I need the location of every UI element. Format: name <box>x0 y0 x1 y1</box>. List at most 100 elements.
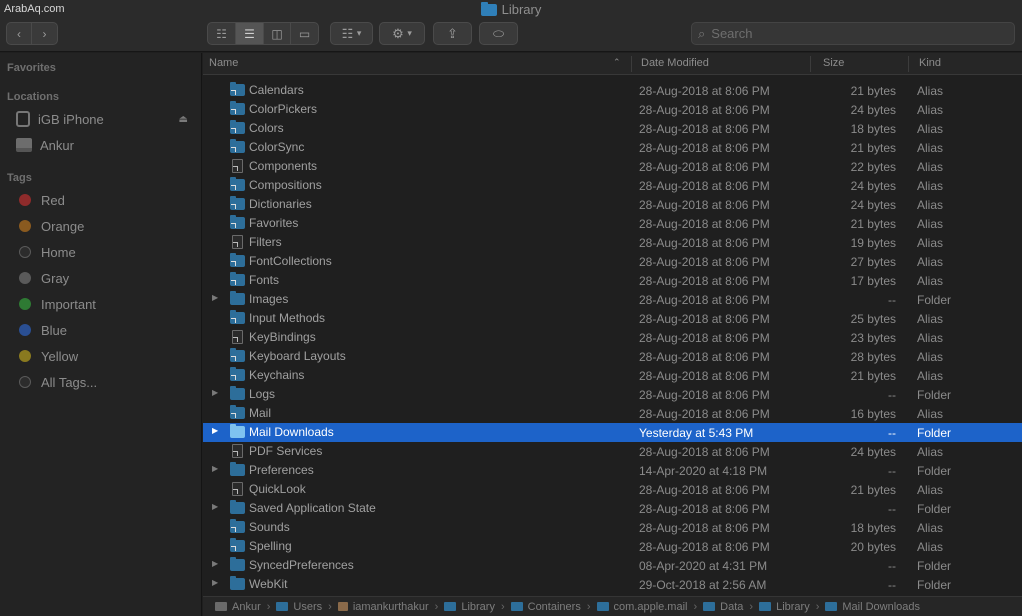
sidebar-item-iphone[interactable]: iGB iPhone ⏏ <box>16 109 196 129</box>
chevron-down-icon: ▾ <box>356 28 362 38</box>
folder-alias-icon <box>230 272 245 286</box>
back-button[interactable]: ‹ <box>7 23 32 44</box>
group-grid-icon: ☷ <box>341 25 354 41</box>
forward-button[interactable]: › <box>32 23 57 44</box>
table-row[interactable]: ▶ Mail Downloads Yesterday at 5:43 PM -- Fol… <box>203 423 1022 442</box>
file-date-modified: 28-Aug-2018 at 8:06 PM <box>639 198 770 212</box>
table-row[interactable]: ▶ Images 28-Aug-2018 at 8:06 PM -- Folder <box>203 290 1022 309</box>
column-name-header[interactable]: Name <box>209 57 238 69</box>
disclosure-triangle-icon[interactable]: ▶ <box>212 388 218 397</box>
table-row[interactable]: ColorPickers 28-Aug-2018 at 8:06 PM 24 byt… <box>203 100 1022 119</box>
path-item[interactable]: com.apple.mail <box>596 601 687 613</box>
table-row[interactable]: PDF Services 28-Aug-2018 at 8:06 PM 24 byt… <box>203 442 1022 461</box>
group-button[interactable]: ☷ ▾ <box>330 22 373 45</box>
disclosure-triangle-icon[interactable]: ▶ <box>212 426 218 435</box>
file-size: 18 bytes <box>850 521 896 535</box>
table-row[interactable]: Dictionaries 28-Aug-2018 at 8:06 PM 24 byt… <box>203 195 1022 214</box>
disclosure-triangle-icon[interactable]: ▶ <box>212 502 218 511</box>
document-alias-icon <box>232 330 243 344</box>
sidebar-tag-blue[interactable]: Blue <box>16 320 196 340</box>
path-item[interactable]: Library <box>759 601 810 613</box>
gallery-view-button[interactable]: ▭ <box>291 23 318 44</box>
sidebar-tag-orange[interactable]: Orange <box>16 216 196 236</box>
file-date-modified: 28-Aug-2018 at 8:06 PM <box>639 217 770 231</box>
action-button[interactable]: ⚙ ▾ <box>379 22 425 45</box>
disclosure-triangle-icon[interactable]: ▶ <box>212 293 218 302</box>
column-divider[interactable] <box>810 56 811 72</box>
table-row[interactable]: Fonts 28-Aug-2018 at 8:06 PM 17 bytes Alias <box>203 271 1022 290</box>
window-title: Library <box>0 2 1022 17</box>
path-item[interactable]: Users <box>276 601 322 613</box>
file-kind: Alias <box>917 331 944 345</box>
table-row[interactable]: Compositions 28-Aug-2018 at 8:06 PM 24 byt… <box>203 176 1022 195</box>
path-item[interactable]: Library <box>444 601 495 613</box>
table-row[interactable]: Keychains 28-Aug-2018 at 8:06 PM 21 bytes A… <box>203 366 1022 385</box>
path-item[interactable]: Ankur <box>215 601 261 613</box>
sidebar-item-ankur[interactable]: Ankur <box>16 135 196 155</box>
tags-button[interactable]: ⬭ <box>479 22 518 45</box>
icon-view-button[interactable]: ☷ <box>208 23 236 44</box>
table-row[interactable]: Sounds 28-Aug-2018 at 8:06 PM 18 bytes Alia… <box>203 518 1022 537</box>
table-row[interactable]: Spelling 28-Aug-2018 at 8:06 PM 20 bytes Al… <box>203 537 1022 556</box>
column-view-button[interactable]: ◫ <box>264 23 291 44</box>
file-size: 24 bytes <box>850 198 896 212</box>
table-row[interactable]: Mail 28-Aug-2018 at 8:06 PM 16 bytes Alias <box>203 404 1022 423</box>
path-item[interactable]: Mail Downloads <box>825 601 920 613</box>
sidebar-tag-red[interactable]: Red <box>16 190 196 210</box>
table-row[interactable]: Keyboard Layouts 28-Aug-2018 at 8:06 PM 28… <box>203 347 1022 366</box>
folder-alias-icon <box>230 367 245 381</box>
column-header: Name ⌃ Date Modified Size Kind <box>203 53 1022 75</box>
sidebar-tag-home[interactable]: Home <box>16 242 196 262</box>
column-divider[interactable] <box>631 56 632 72</box>
chevron-right-icon: › <box>586 600 591 613</box>
folder-icon <box>230 557 245 571</box>
file-size: 20 bytes <box>850 540 896 554</box>
table-row[interactable]: Colors 28-Aug-2018 at 8:06 PM 18 bytes Alia… <box>203 119 1022 138</box>
table-row[interactable]: ▶ WebKit 29-Oct-2018 at 2:56 AM -- Folder <box>203 575 1022 594</box>
path-item-label: Library <box>461 600 495 613</box>
list-view-button[interactable]: ☰ <box>236 23 264 44</box>
disclosure-triangle-icon[interactable]: ▶ <box>212 578 218 587</box>
table-row[interactable]: ColorSync 28-Aug-2018 at 8:06 PM 21 bytes A… <box>203 138 1022 157</box>
sidebar-tag-yellow[interactable]: Yellow <box>16 346 196 366</box>
sidebar-tag-important[interactable]: Important <box>16 294 196 314</box>
file-kind: Alias <box>917 369 944 383</box>
table-row[interactable]: Input Methods 28-Aug-2018 at 8:06 PM 25 by… <box>203 309 1022 328</box>
column-date-header[interactable]: Date Modified <box>641 57 709 69</box>
folder-alias-icon <box>230 519 245 533</box>
table-row[interactable]: Filters 28-Aug-2018 at 8:06 PM 19 bytes Ali… <box>203 233 1022 252</box>
sidebar-item-label: Important <box>41 296 96 312</box>
path-item[interactable]: Containers <box>510 601 581 613</box>
file-size: 28 bytes <box>850 350 896 364</box>
table-row[interactable]: KeyBindings 28-Aug-2018 at 8:06 PM 23 byte… <box>203 328 1022 347</box>
path-item[interactable]: iamankurthakur <box>337 601 429 613</box>
column-kind-header[interactable]: Kind <box>919 57 941 69</box>
tag-color-dot-icon <box>19 350 31 362</box>
disclosure-triangle-icon[interactable]: ▶ <box>212 559 218 568</box>
search-field[interactable]: ⌕ <box>691 22 1015 45</box>
table-row[interactable]: ▶ Saved Application State 28-Aug-2018 at 8… <box>203 499 1022 518</box>
file-size: 22 bytes <box>850 160 896 174</box>
table-row[interactable]: Calendars 28-Aug-2018 at 8:06 PM 21 bytes A… <box>203 81 1022 100</box>
folder-alias-icon <box>230 310 245 324</box>
eject-icon[interactable]: ⏏ <box>179 114 188 125</box>
table-row[interactable]: ▶ Logs 28-Aug-2018 at 8:06 PM -- Folder <box>203 385 1022 404</box>
share-button[interactable]: ⇪ <box>433 22 472 45</box>
table-row[interactable]: Favorites 28-Aug-2018 at 8:06 PM 21 bytes A… <box>203 214 1022 233</box>
column-divider[interactable] <box>908 56 909 72</box>
path-item[interactable]: Data <box>703 601 743 613</box>
table-row[interactable]: Components 28-Aug-2018 at 8:06 PM 22 bytes… <box>203 157 1022 176</box>
file-date-modified: 28-Aug-2018 at 8:06 PM <box>639 141 770 155</box>
table-row[interactable]: QuickLook 28-Aug-2018 at 8:06 PM 21 bytes A… <box>203 480 1022 499</box>
sidebar-tag-gray[interactable]: Gray <box>16 268 196 288</box>
sidebar-tag-all[interactable]: All Tags... <box>16 372 196 392</box>
table-row[interactable]: ▶ Preferences 14-Apr-2020 at 4:18 PM -- Fold… <box>203 461 1022 480</box>
search-input[interactable] <box>711 26 992 41</box>
disclosure-triangle-icon[interactable]: ▶ <box>212 464 218 473</box>
table-row[interactable]: FontCollections 28-Aug-2018 at 8:06 PM 27 … <box>203 252 1022 271</box>
table-row[interactable]: ▶ SyncedPreferences 08-Apr-2020 at 4:31 PM… <box>203 556 1022 575</box>
file-name: Favorites <box>249 216 299 230</box>
file-name: KeyBindings <box>249 330 316 344</box>
file-kind: Alias <box>917 179 944 193</box>
column-size-header[interactable]: Size <box>823 57 844 69</box>
